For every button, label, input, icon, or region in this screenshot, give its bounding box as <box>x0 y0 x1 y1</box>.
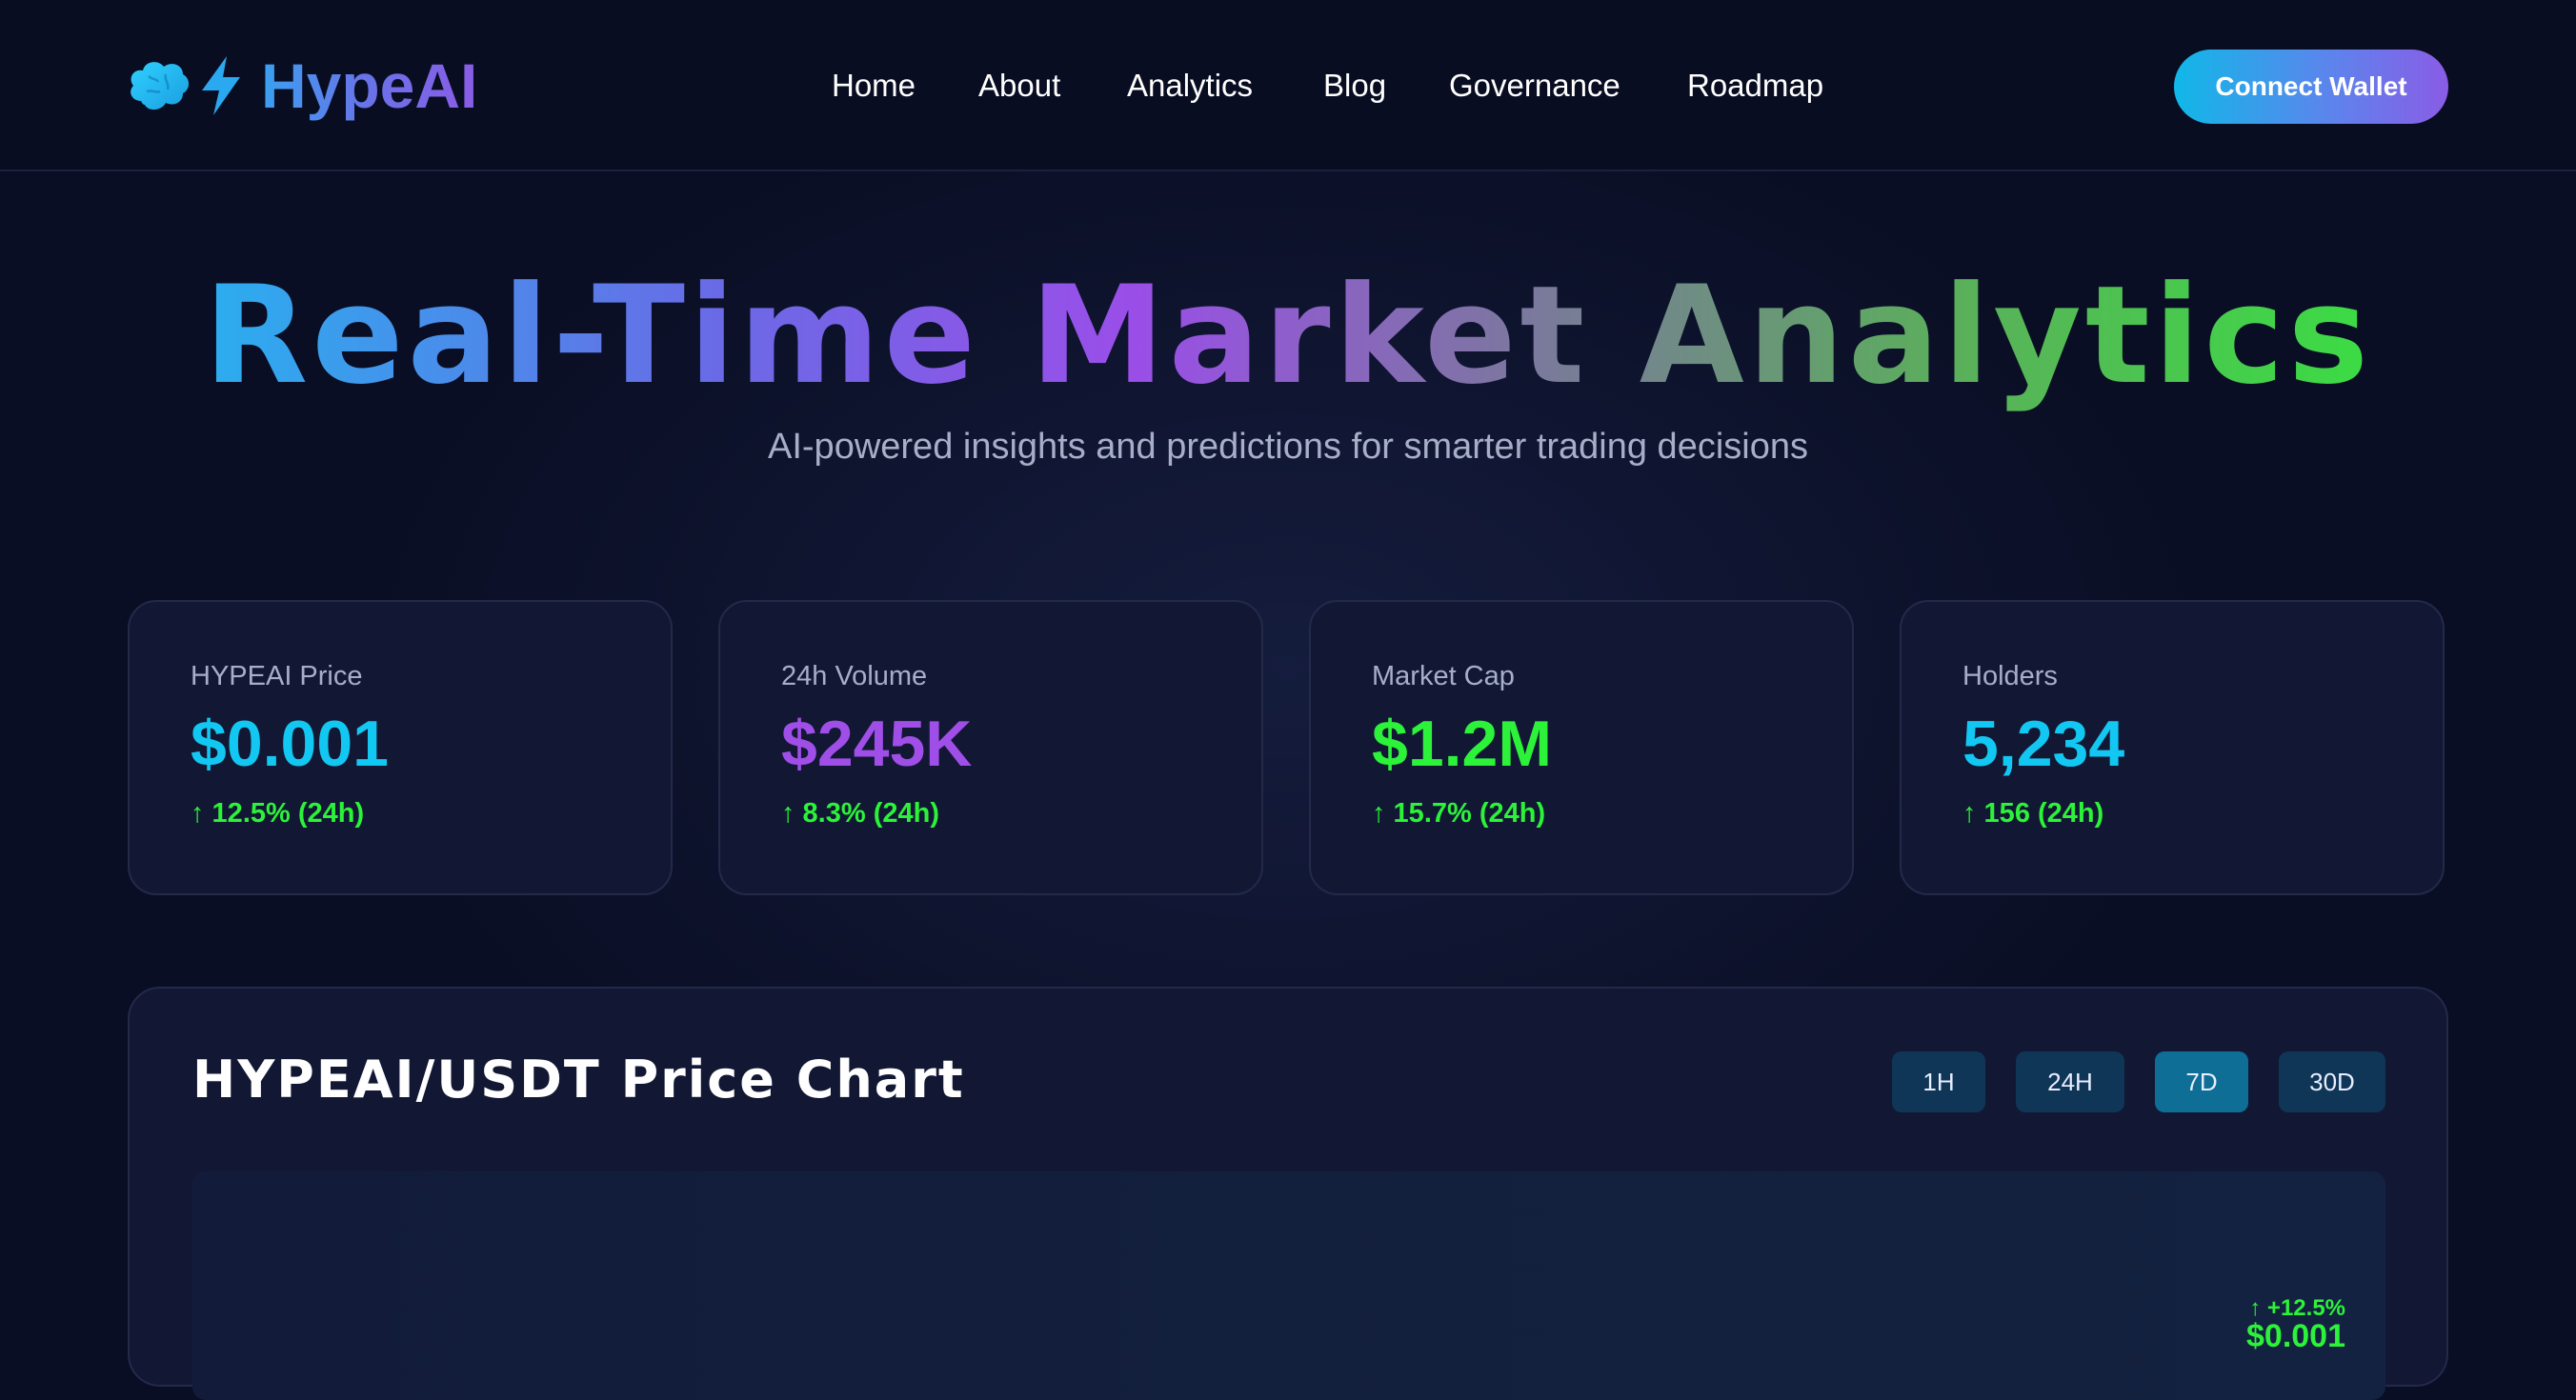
stat-card-holders: Holders 5,234 ↑ 156 (24h) <box>1900 600 2445 895</box>
stat-value: $1.2M <box>1372 708 1552 780</box>
stat-change: ↑ 12.5% (24h) <box>191 798 365 829</box>
stat-change: ↑ 156 (24h) <box>1962 798 2104 829</box>
timeframe-7d-button[interactable]: 7D <box>2155 1051 2248 1112</box>
top-navbar: HypeAI Home About Analytics Blog Governa… <box>0 0 2576 171</box>
stat-value: $245K <box>781 708 973 780</box>
timeframe-1h-button[interactable]: 1H <box>1892 1051 1985 1112</box>
stat-label: Market Cap <box>1372 661 1515 691</box>
chart-title: HYPEAI/USDT Price Chart <box>192 1050 965 1110</box>
price-chart-panel: HYPEAI/USDT Price Chart 1H 24H 7D 30D ↑ … <box>128 987 2448 1400</box>
stat-card-volume: 24h Volume $245K ↑ 8.3% (24h) <box>718 600 1263 895</box>
nav-home[interactable]: Home <box>832 59 916 112</box>
price-chart-canvas[interactable]: ↑ +12.5% $0.001 <box>192 1171 2385 1400</box>
nav-analytics[interactable]: Analytics <box>1127 59 1253 112</box>
nav-blog[interactable]: Blog <box>1323 59 1386 112</box>
connect-wallet-button[interactable]: Connect Wallet <box>2174 50 2448 124</box>
stat-card-price: HYPEAI Price $0.001 ↑ 12.5% (24h) <box>128 600 673 895</box>
nav-roadmap[interactable]: Roadmap <box>1687 59 1823 112</box>
timeframe-30d-button[interactable]: 30D <box>2279 1051 2385 1112</box>
stat-label: Holders <box>1962 661 2058 691</box>
stat-value: 5,234 <box>1962 708 2125 780</box>
chart-latest-price: $0.001 <box>2246 1318 2345 1354</box>
stat-label: 24h Volume <box>781 661 928 691</box>
stat-change: ↑ 15.7% (24h) <box>1372 798 1546 829</box>
page-title: Real-Time Market Analytics <box>0 257 2576 414</box>
page-subtitle: AI-powered insights and predictions for … <box>768 427 1808 467</box>
stat-card-market-cap: Market Cap $1.2M ↑ 15.7% (24h) <box>1309 600 1854 895</box>
stat-label: HYPEAI Price <box>191 661 363 691</box>
timeframe-24h-button[interactable]: 24H <box>2016 1051 2124 1112</box>
nav-governance[interactable]: Governance <box>1449 59 1620 112</box>
nav-about[interactable]: About <box>978 59 1060 112</box>
stat-change: ↑ 8.3% (24h) <box>781 798 939 829</box>
stat-value: $0.001 <box>191 708 389 780</box>
